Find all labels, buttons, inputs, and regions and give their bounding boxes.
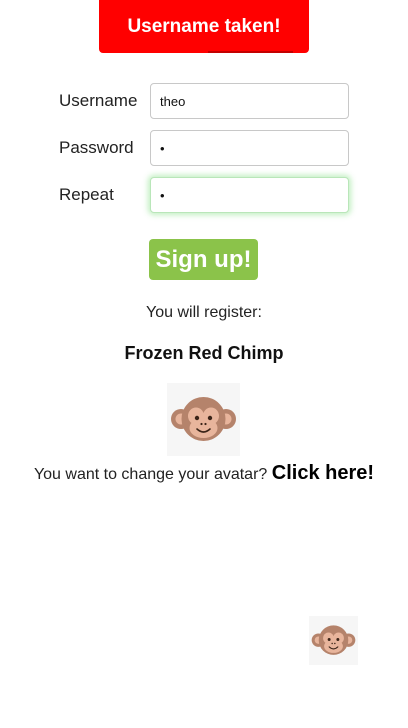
username-label: Username [59,91,138,110]
change-avatar-line: You want to change your avatar? Click he… [0,462,408,485]
signup-button[interactable]: Sign up! [149,239,258,280]
error-toast-message: Username taken! [127,15,281,37]
password-row: Password [59,130,349,166]
password-label: Password [59,138,134,157]
repeat-password-input[interactable] [150,177,349,213]
username-row: Username [59,83,349,119]
change-avatar-prompt: You want to change your avatar? [33,466,268,483]
toast-underline [208,51,293,53]
password-input[interactable] [150,130,349,166]
username-input[interactable] [150,83,349,119]
signup-page: Username taken! Username Password Repeat… [0,0,408,728]
change-avatar-link[interactable]: Click here! [272,462,374,484]
repeat-row: Repeat [59,177,349,213]
small-monkey-face-icon [309,616,358,665]
generated-name: Frozen Red Chimp [124,343,284,363]
monkey-face-icon [167,383,240,456]
register-intro: You will register: [146,304,262,321]
repeat-label: Repeat [59,185,114,204]
error-toast: Username taken! [99,0,309,53]
